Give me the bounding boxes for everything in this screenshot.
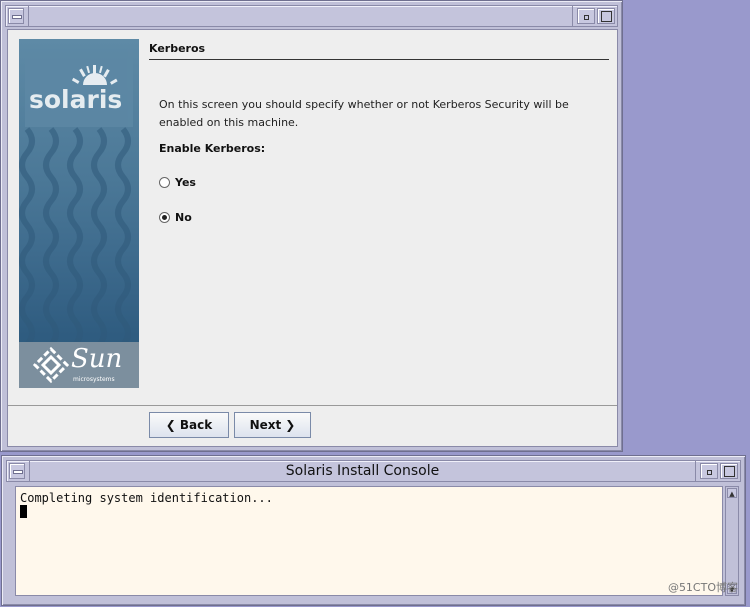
window-menu-button[interactable] (9, 463, 25, 479)
next-button-label: Next (249, 418, 282, 432)
radio-no-label: No (175, 211, 192, 224)
radio-option-yes[interactable]: Yes (159, 176, 196, 189)
description-line-2: enabled on this machine. (159, 116, 299, 129)
footer-divider (8, 405, 617, 406)
description-line-1: On this screen you should specify whethe… (159, 98, 569, 111)
text-cursor (20, 505, 27, 518)
console-output-line: Completing system identification... (20, 491, 273, 505)
page-title-text: Kerberos (149, 42, 206, 55)
solaris-side-banner: solaris Sun microsystems (19, 39, 139, 388)
maximize-button[interactable] (597, 8, 615, 24)
sun-logo-text: Sun (71, 344, 123, 374)
sun-microsystems-logo: Sun microsystems (19, 342, 139, 388)
console-terminal[interactable]: Completing system identification... (15, 486, 723, 596)
back-button-label: Back (179, 418, 213, 432)
watermark-text: @51CTO博客 (667, 581, 738, 594)
radio-option-no[interactable]: No (159, 211, 192, 224)
minimize-button[interactable] (577, 8, 595, 24)
radio-yes-label: Yes (175, 176, 196, 189)
back-button[interactable]: ❮ Back (149, 412, 229, 438)
enable-kerberos-label: Enable Kerberos: (159, 142, 266, 155)
next-button[interactable]: Next ❯ (234, 412, 311, 438)
solaris-logo-text: solaris (29, 85, 123, 114)
console-window-title: Solaris Install Console (29, 461, 696, 481)
installer-window-title (28, 6, 573, 26)
console-content: Completing system identification... ▲ ▼ (9, 484, 740, 599)
radio-no[interactable] (159, 212, 170, 223)
chevron-right-icon: ❯ (285, 418, 296, 432)
page-description: On this screen you should specify whethe… (159, 96, 589, 132)
window-menu-button[interactable] (8, 8, 24, 24)
minimize-button[interactable] (700, 463, 718, 479)
scroll-up-icon[interactable]: ▲ (727, 488, 737, 498)
installer-window: solaris Sun microsystems Kerberos On thi… (0, 0, 623, 452)
sun-logo-subtext: microsystems (73, 376, 115, 383)
sun-diamond-icon (32, 346, 70, 384)
console-titlebar[interactable]: Solaris Install Console (6, 460, 741, 482)
page-title: Kerberos (149, 40, 609, 60)
chevron-left-icon: ❮ (165, 418, 176, 432)
installer-titlebar[interactable] (5, 5, 618, 27)
maximize-button[interactable] (720, 463, 738, 479)
installer-content: solaris Sun microsystems Kerberos On thi… (7, 29, 618, 447)
console-window: Solaris Install Console Completing syste… (1, 455, 746, 606)
radio-yes[interactable] (159, 177, 170, 188)
solaris-logo: solaris (25, 49, 133, 127)
